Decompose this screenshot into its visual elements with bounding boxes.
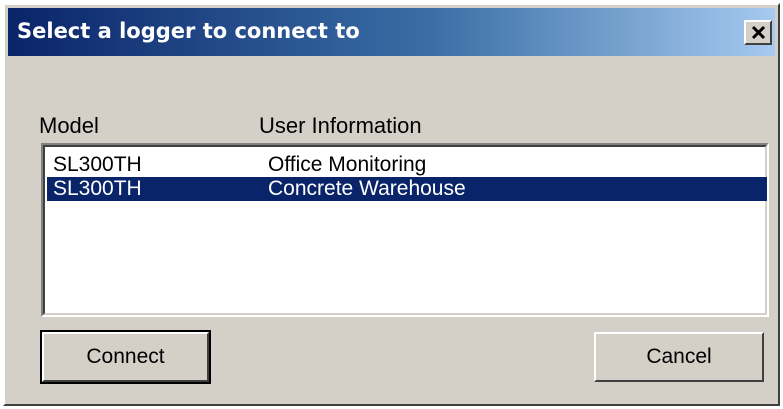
logger-list[interactable]: SL300TH Office Monitoring SL300TH Concre… <box>41 143 769 317</box>
close-button[interactable] <box>744 20 772 45</box>
cancel-button[interactable]: Cancel <box>594 332 764 382</box>
cancel-button-label: Cancel <box>646 345 712 368</box>
logger-row-concrete-warehouse[interactable]: SL300TH Concrete Warehouse <box>47 177 767 201</box>
column-header-model: Model <box>39 113 99 138</box>
row-user-information: Concrete Warehouse <box>268 177 466 200</box>
logger-select-dialog: Select a logger to connect to Model User… <box>3 3 780 406</box>
title-bar[interactable]: Select a logger to connect to <box>8 8 775 56</box>
row-model: SL300TH <box>53 153 142 176</box>
row-model: SL300TH <box>53 177 142 200</box>
logger-row-office-monitoring[interactable]: SL300TH Office Monitoring <box>47 153 767 177</box>
connect-button-label: Connect <box>86 345 165 368</box>
row-user-information: Office Monitoring <box>268 153 427 176</box>
dialog-title: Select a logger to connect to <box>17 19 360 43</box>
connect-button[interactable]: Connect <box>40 330 211 384</box>
close-icon <box>751 25 766 40</box>
logger-list-frame: SL300TH Office Monitoring SL300TH Concre… <box>43 145 767 315</box>
column-header-user-information: User Information <box>259 113 422 138</box>
